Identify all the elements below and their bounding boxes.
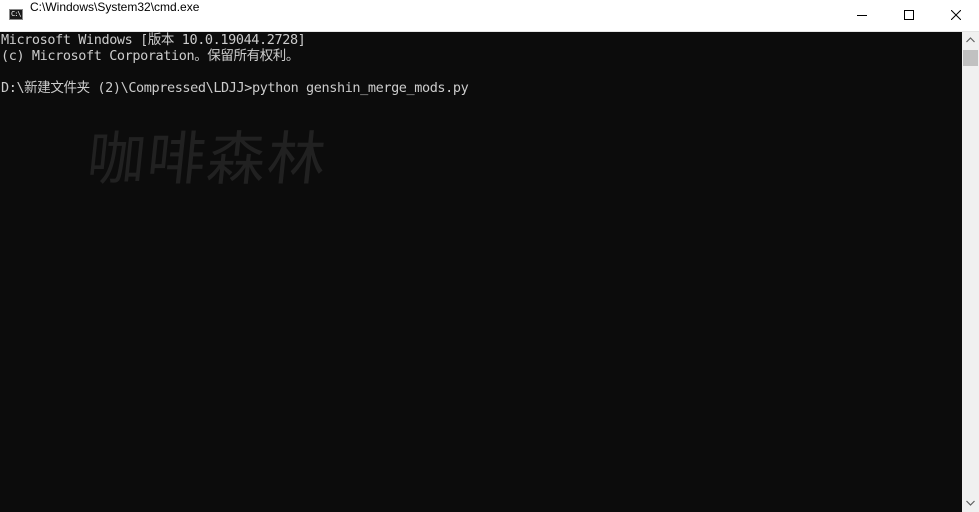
window-title: C:\Windows\System32\cmd.exe xyxy=(30,0,200,14)
minimize-icon xyxy=(857,15,867,16)
console-output-area[interactable]: 咖啡森林 Microsoft Windows [版本 10.0.19044.27… xyxy=(0,32,962,512)
cmd-app-icon-glyph: C:\ xyxy=(11,10,22,18)
vertical-scrollbar[interactable] xyxy=(962,32,979,512)
cmd-app-icon[interactable]: C:\ xyxy=(9,9,23,20)
maximize-button[interactable] xyxy=(886,0,932,31)
console-line-version: Microsoft Windows [版本 10.0.19044.2728] xyxy=(1,32,306,48)
cmd-window: C:\ C:\Windows\System32\cmd.exe 咖啡森林 Mic… xyxy=(0,0,979,512)
title-bar[interactable]: C:\ C:\Windows\System32\cmd.exe xyxy=(0,0,979,32)
scrollbar-thumb[interactable] xyxy=(963,50,978,66)
watermark-text: 咖啡森林 xyxy=(83,125,332,193)
minimize-button[interactable] xyxy=(839,0,885,31)
scroll-up-button[interactable] xyxy=(962,32,979,49)
console-line-copyright: (c) Microsoft Corporation。保留所有权利。 xyxy=(1,48,299,64)
maximize-icon xyxy=(904,10,914,20)
close-button[interactable] xyxy=(933,0,979,31)
close-icon xyxy=(951,10,961,20)
console-line-command-prompt[interactable]: D:\新建文件夹 (2)\Compressed\LDJJ>python gens… xyxy=(1,80,469,96)
chevron-up-icon xyxy=(966,37,975,43)
scroll-down-button[interactable] xyxy=(962,495,979,512)
chevron-down-icon xyxy=(966,500,975,506)
